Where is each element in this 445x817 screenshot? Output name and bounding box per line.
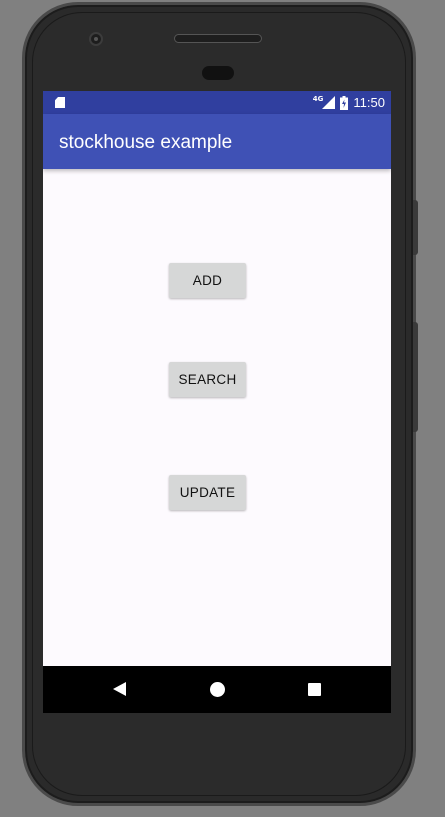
power-button <box>413 200 418 255</box>
status-clock: 11:50 <box>353 95 385 110</box>
device-screen: 4G 11:50 stockhouse example ADD SEARCH U… <box>43 91 391 713</box>
signal-icon <box>322 96 336 109</box>
search-button[interactable]: SEARCH <box>169 362 246 397</box>
back-icon[interactable] <box>113 682 126 696</box>
emulator-stage: 4G 11:50 stockhouse example ADD SEARCH U… <box>0 0 445 817</box>
proximity-sensor <box>202 66 234 80</box>
network-type-label: 4G <box>312 94 324 103</box>
front-camera <box>89 32 103 46</box>
recent-apps-icon[interactable] <box>308 683 321 696</box>
home-icon[interactable] <box>210 682 225 697</box>
battery-icon <box>340 95 349 110</box>
navigation-bar <box>43 666 391 713</box>
volume-button <box>413 322 418 432</box>
update-button[interactable]: UPDATE <box>169 475 246 510</box>
sd-card-icon <box>55 97 65 108</box>
add-button[interactable]: ADD <box>169 263 246 298</box>
app-title: stockhouse example <box>59 132 233 153</box>
status-bar: 4G 11:50 <box>43 91 391 114</box>
app-toolbar: stockhouse example <box>43 114 391 169</box>
status-icons: 4G 11:50 <box>313 91 385 114</box>
earpiece-speaker <box>174 34 262 43</box>
